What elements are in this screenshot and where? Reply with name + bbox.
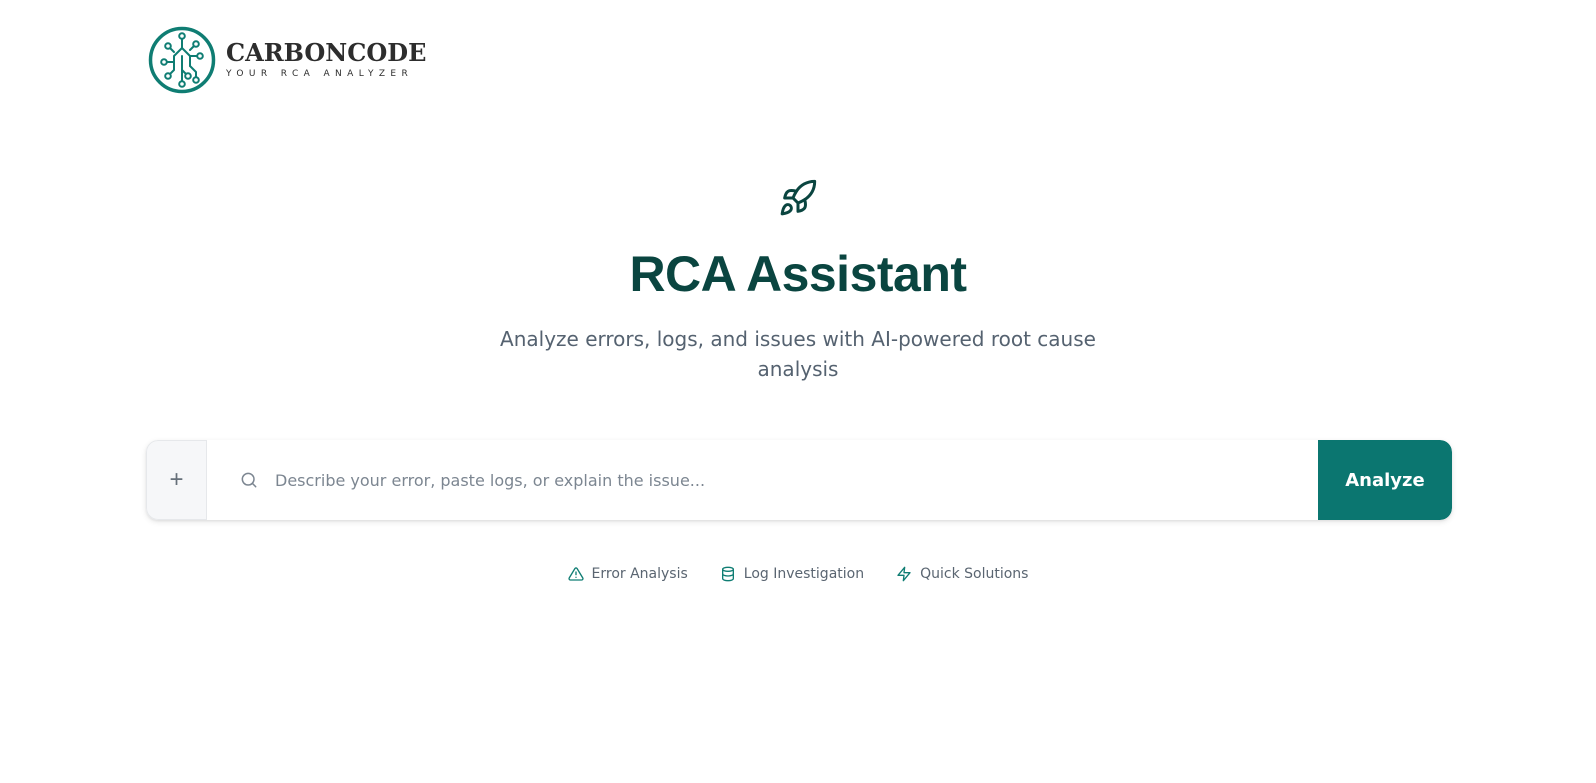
hero: RCA Assistant Analyze errors, logs, and … <box>0 178 1596 384</box>
rocket-icon <box>780 179 817 216</box>
brand-name: CARBONCODE <box>226 38 427 67</box>
search-icon <box>241 472 257 488</box>
chip-quick-solutions[interactable]: Quick Solutions <box>896 566 1028 582</box>
add-attachment-button[interactable]: + <box>146 440 207 520</box>
lightning-icon <box>897 566 911 582</box>
chip-log-investigation[interactable]: Log Investigation <box>720 566 864 582</box>
search-input-wrap <box>207 440 1318 520</box>
page: CARBONCODE YOUR RCA ANALYZER RCA Assista… <box>0 0 1596 783</box>
chip-label: Quick Solutions <box>920 566 1029 582</box>
warning-triangle-icon <box>567 567 584 581</box>
page-subtitle: Analyze errors, logs, and issues with AI… <box>500 327 1096 381</box>
chip-label: Log Investigation <box>743 566 865 582</box>
page-title: RCA Assistant <box>629 246 967 302</box>
analyze-button[interactable]: Analyze <box>1318 440 1452 520</box>
feature-chips: Error Analysis Log Investigation Quick S… <box>0 566 1596 582</box>
circuit-logo-icon <box>148 26 216 94</box>
search-bar: + Analyze <box>146 440 1452 520</box>
brand-text: CARBONCODE YOUR RCA ANALYZER <box>226 40 426 80</box>
chip-label: Error Analysis <box>591 566 688 582</box>
brand-logo[interactable]: CARBONCODE YOUR RCA ANALYZER <box>148 26 426 94</box>
issue-input[interactable] <box>275 470 1318 490</box>
brand-tagline: YOUR RCA ANALYZER <box>226 69 414 79</box>
chip-error-analysis[interactable]: Error Analysis <box>567 566 688 582</box>
database-icon <box>721 566 734 582</box>
